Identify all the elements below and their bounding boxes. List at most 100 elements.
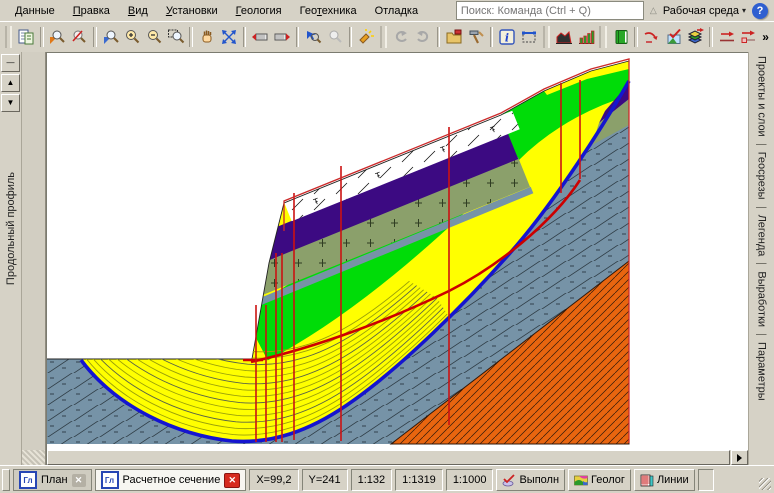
layers-export-button[interactable] [684,24,706,50]
search-input[interactable] [456,1,644,20]
help-button[interactable]: ? [752,3,768,19]
scroll-right-button[interactable] [731,450,748,465]
undo-button[interactable] [390,24,412,50]
verify-button[interactable] [663,24,685,50]
svg-text:i: i [505,32,509,45]
menu-items: ДанныеПравкаВидУстановкиГеологияГеотехни… [6,5,427,17]
right-panel-tabs: Проекты и слои | Геосрезы | Легенда | Вы… [756,56,768,465]
zoom-selected-icon [304,28,322,46]
menu-item-3[interactable]: Установки [157,3,227,20]
geology-button[interactable]: Геолог [568,469,631,491]
workspace-label: Рабочая среда [663,5,739,17]
folder-button[interactable] [443,24,465,50]
toolbar-separator [634,27,638,47]
right-tab-1[interactable]: Геосрезы [756,152,768,200]
toolbar-overflow-button[interactable]: » [759,30,772,44]
highlight-button[interactable] [355,24,377,50]
lines-button[interactable]: Линии [634,469,695,491]
execute-button[interactable]: Выполн [496,469,565,491]
zoom-cancel-button[interactable] [68,24,90,50]
zoom-area-button[interactable] [100,24,122,50]
histogram-button[interactable] [575,24,597,50]
profile-chart-icon [555,28,573,46]
book-button[interactable] [610,24,632,50]
resize-grip[interactable] [756,469,772,491]
workspace-menu[interactable]: Рабочая среда ▾ [663,5,746,17]
scale-field-2[interactable]: 1:1319 [395,469,443,491]
scale-field-3[interactable]: 1:1000 [446,469,494,491]
menu-item-0[interactable]: Данные [6,3,64,20]
right-tab-strip: Проекты и слои | Геосрезы | Легенда | Вы… [748,52,774,465]
zoom-prev-icon [326,28,344,46]
node-arrow-button[interactable] [738,24,760,50]
ruler-left-icon [251,28,269,46]
zoom-fragment-button[interactable] [47,24,69,50]
zoom-selected-button[interactable] [302,24,324,50]
close-icon[interactable]: ✕ [224,473,240,488]
book-icon [612,28,630,46]
right-tab-4[interactable]: Параметры [756,342,768,401]
menu-item-2[interactable]: Вид [119,3,157,20]
pan-button[interactable] [196,24,218,50]
measure-button[interactable] [518,24,540,50]
menu-item-5[interactable]: Геотехника [291,3,366,20]
ruler-right-icon [273,28,291,46]
scrollbar-corner [22,450,45,465]
tab-longitudinal-profile[interactable]: Продольный профиль [5,172,17,285]
geology-map-icon [574,474,588,487]
close-icon[interactable]: ✕ [72,474,86,487]
drawing-canvas[interactable]: Ŧ Ŧ Ŧ Ŧ [46,52,748,465]
histogram-icon [577,28,595,46]
zoom-area-icon [102,28,120,46]
toolbar-separator [93,27,97,47]
scrollbar-thumb[interactable] [47,450,730,465]
profile-chart-button[interactable] [553,24,575,50]
right-tab-separator: | [756,327,768,342]
doc-tab-plan[interactable]: Гл План ✕ [13,469,92,491]
line-arrow-icon [718,28,736,46]
right-tab-3[interactable]: Выработки [756,271,768,327]
zoom-window-icon [167,28,185,46]
toolbar-grip [380,26,387,48]
fit-extents-button[interactable] [218,24,240,50]
zoom-window-button[interactable] [165,24,187,50]
toolbar-grip [543,26,550,48]
collapse-search-icon[interactable]: △ [650,5,657,16]
report-button[interactable] [15,24,37,50]
scroll-up-button[interactable]: ▲ [1,74,20,92]
right-tab-separator: | [756,137,768,152]
status-bar: Гл План ✕ Гл Расчетное сечение ✕ X=99,2 … [0,465,774,493]
menu-item-4[interactable]: Геология [227,3,291,20]
right-tab-2[interactable]: Легенда [756,215,768,257]
layers-export-icon [686,28,704,46]
menu-item-1[interactable]: Правка [64,3,119,20]
toolbar-separator [490,27,494,47]
info-button[interactable]: i [496,24,518,50]
lines-label: Линии [657,474,689,486]
application-window: ДанныеПравкаВидУстановкиГеологияГеотехни… [0,0,774,493]
tools-button[interactable] [465,24,487,50]
document-icon: Гл [19,471,37,489]
zoom-cancel-icon [70,28,88,46]
menu-item-6[interactable]: Отладка [366,3,427,20]
scroll-down-button[interactable]: ▼ [1,94,20,112]
horizontal-scrollbar[interactable] [47,450,748,465]
right-tab-0[interactable]: Проекты и слои [756,56,768,137]
info-icon: i [498,28,516,46]
left-tab-strip: — ▲ ▼ Продольный профиль [0,52,22,465]
zoom-prev-button[interactable] [324,24,346,50]
toolbar-separator [709,27,713,47]
line-arrow-button[interactable] [716,24,738,50]
panel-collapse-button[interactable]: — [1,54,20,72]
ruler-left-button[interactable] [249,24,271,50]
scale-field-1[interactable]: 1:132 [351,469,393,491]
doc-tab-section[interactable]: Гл Расчетное сечение ✕ [95,469,247,491]
report-icon [17,28,35,46]
slip-curve-button[interactable] [641,24,663,50]
zoom-in-button[interactable] [121,24,143,50]
redo-button[interactable] [412,24,434,50]
toolbar-separator [243,27,247,47]
zoom-out-button[interactable] [143,24,165,50]
ruler-right-button[interactable] [271,24,293,50]
redo-icon [414,28,432,46]
